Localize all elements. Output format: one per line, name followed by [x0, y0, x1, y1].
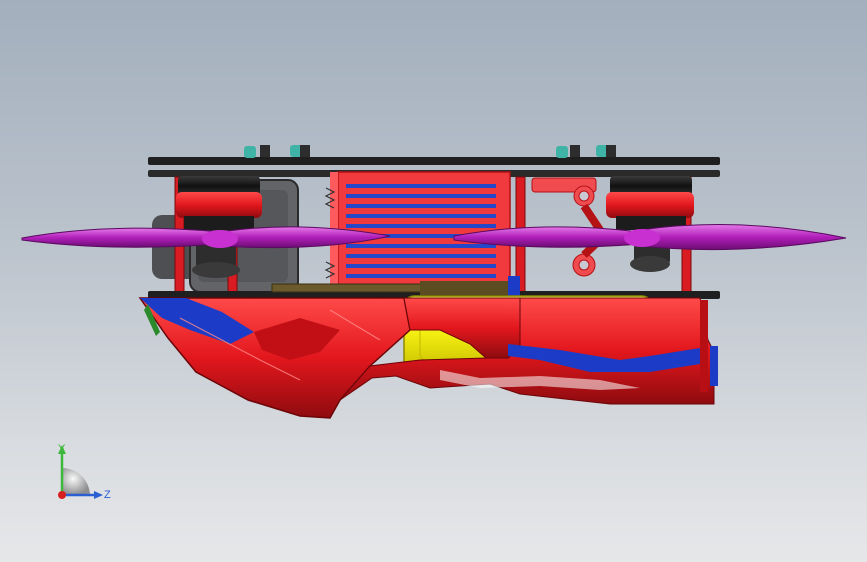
y-axis-label: Y: [58, 443, 66, 455]
flight-controller-stack: [324, 171, 511, 289]
orientation-triad: Y Z: [58, 443, 111, 501]
x-axis-dot: [58, 491, 66, 499]
propeller-right: [453, 224, 847, 251]
z-axis-label: Z: [104, 489, 111, 501]
cad-viewport[interactable]: Y Z: [0, 0, 867, 562]
drone-model: [21, 145, 847, 419]
